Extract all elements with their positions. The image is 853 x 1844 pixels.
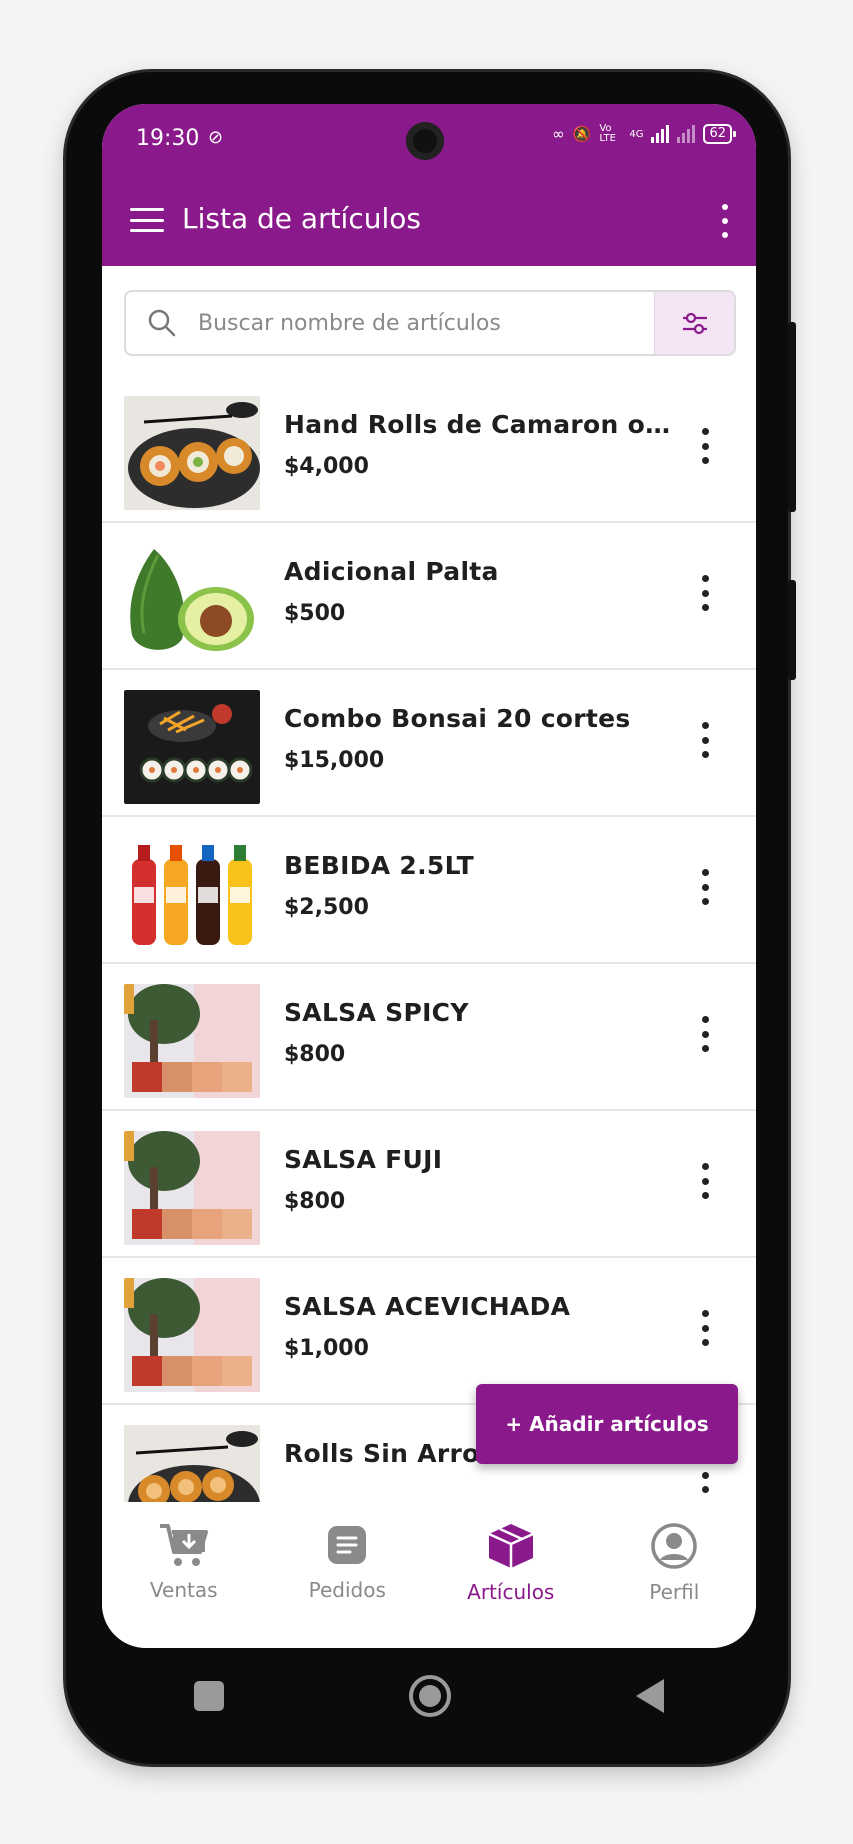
more-options-icon[interactable]: [720, 204, 730, 238]
box-icon: [488, 1524, 534, 1568]
article-list: Hand Rolls de Camaron o S... $4,000 Adic…: [102, 376, 756, 1502]
item-name: SALSA FUJI: [284, 1145, 443, 1174]
item-price: $1,000: [284, 1336, 369, 1361]
nav-label: Ventas: [149, 1578, 218, 1602]
status-icons: ∞ 🔕 Vo LTE 4G 62: [552, 123, 736, 144]
network-label: 4G: [629, 128, 644, 140]
system-navigation-bar: [102, 1648, 756, 1744]
search-icon: [126, 308, 198, 338]
page-title: Lista de artículos: [182, 202, 421, 235]
item-name: Hand Rolls de Camaron o S...: [284, 410, 674, 439]
item-price: $2,500: [284, 895, 369, 920]
nav-label: Perfil: [649, 1580, 700, 1604]
item-image: [124, 837, 260, 951]
item-price: $500: [284, 601, 346, 626]
nav-item-articulos[interactable]: Artículos: [429, 1502, 593, 1648]
document-icon: [328, 1526, 367, 1564]
battery-icon: 62: [703, 124, 736, 144]
item-image: [124, 1278, 260, 1392]
item-price: $15,000: [284, 748, 385, 773]
list-item[interactable]: SALSA FUJI $800: [102, 1111, 756, 1258]
nav-item-pedidos[interactable]: Pedidos: [266, 1502, 430, 1648]
cart-icon: [159, 1524, 208, 1566]
item-price: $800: [284, 1189, 346, 1214]
menu-icon[interactable]: [130, 208, 164, 232]
signal-icon: [651, 125, 670, 143]
search-input[interactable]: [198, 310, 654, 336]
link-icon: ⊘: [208, 127, 224, 148]
item-name: SALSA SPICY: [284, 998, 469, 1027]
item-options-icon[interactable]: [700, 1163, 710, 1199]
item-image: [124, 984, 260, 1098]
back-icon[interactable]: [635, 1679, 664, 1713]
item-options-icon[interactable]: [700, 722, 710, 758]
nav-label: Pedidos: [308, 1578, 386, 1602]
filter-button[interactable]: [654, 292, 734, 354]
nav-item-ventas[interactable]: Ventas: [102, 1502, 266, 1648]
signal-icon-secondary: [677, 125, 696, 143]
list-item[interactable]: Combo Bonsai 20 cortes $15,000: [102, 670, 756, 817]
item-name: BEBIDA 2.5LT: [284, 851, 475, 880]
mute-icon: 🔕: [572, 125, 592, 143]
recent-apps-icon[interactable]: [194, 1681, 225, 1711]
item-options-icon[interactable]: [700, 1310, 710, 1346]
list-item[interactable]: Hand Rolls de Camaron o S... $4,000: [102, 376, 756, 523]
add-articles-button[interactable]: + Añadir artículos: [476, 1384, 738, 1464]
volte-label: Vo LTE: [599, 123, 616, 144]
front-camera: [406, 122, 444, 160]
list-item[interactable]: Adicional Palta $500: [102, 523, 756, 670]
item-options-icon[interactable]: [700, 869, 710, 905]
bottom-navigation: Ventas Pedidos Artículos Perfil: [102, 1502, 756, 1648]
volume-button: [788, 322, 796, 512]
list-item[interactable]: SALSA ACEVICHADA $1,000: [102, 1258, 756, 1405]
item-image: [124, 396, 260, 510]
status-time: 19:30: [136, 126, 200, 151]
item-options-icon[interactable]: [700, 1016, 710, 1052]
power-button: [788, 580, 796, 680]
item-price: $4,000: [284, 454, 369, 479]
hotspot-icon: ∞: [552, 125, 565, 143]
nav-item-perfil[interactable]: Perfil: [593, 1502, 757, 1648]
nav-label: Artículos: [467, 1580, 555, 1604]
list-item[interactable]: BEBIDA 2.5LT $2,500: [102, 817, 756, 964]
item-options-icon[interactable]: [700, 428, 710, 464]
home-icon[interactable]: [408, 1675, 451, 1717]
item-name: Adicional Palta: [284, 557, 499, 586]
item-image: [124, 690, 260, 804]
filter-icon: [682, 312, 707, 335]
list-item[interactable]: SALSA SPICY $800: [102, 964, 756, 1111]
app-bar: 19:30 ⊘ ∞ 🔕 Vo LTE 4G 62 Lista de artícu…: [102, 104, 756, 266]
profile-icon: [651, 1523, 697, 1569]
item-image: [124, 1131, 260, 1245]
item-options-icon[interactable]: [700, 575, 710, 611]
item-name: SALSA ACEVICHADA: [284, 1292, 571, 1321]
search-bar: [124, 290, 736, 356]
item-name: Combo Bonsai 20 cortes: [284, 704, 631, 733]
item-price: $800: [284, 1042, 346, 1067]
app-screen: 19:30 ⊘ ∞ 🔕 Vo LTE 4G 62 Lista de artícu…: [102, 104, 756, 1648]
item-image: [124, 1425, 260, 1502]
item-image: [124, 543, 260, 657]
